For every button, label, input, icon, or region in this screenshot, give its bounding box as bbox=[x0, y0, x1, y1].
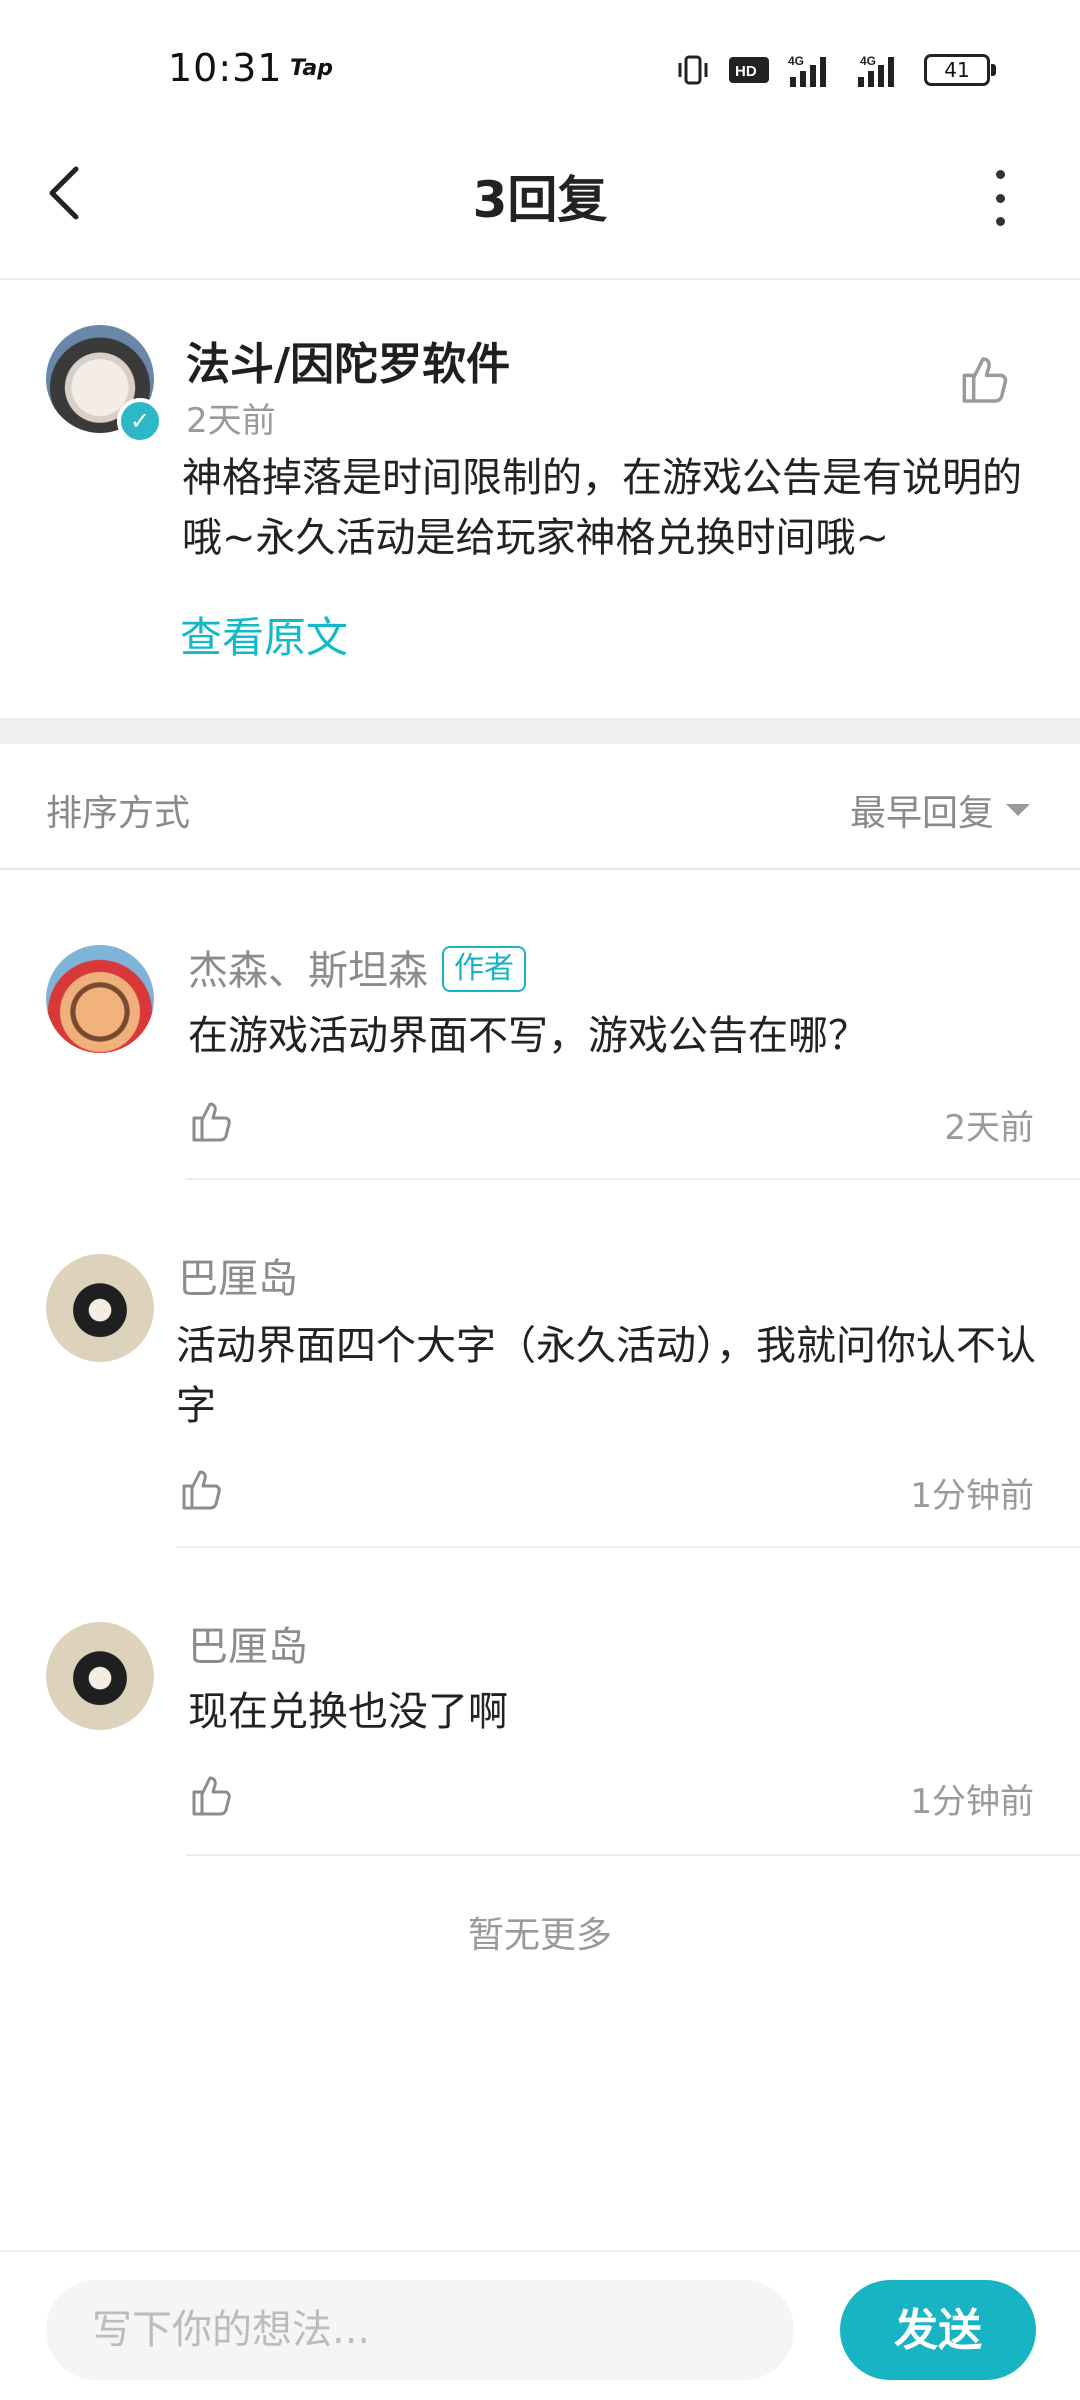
svg-text:4G: 4G bbox=[860, 54, 876, 68]
reply-divider bbox=[176, 1546, 1080, 1548]
author-tag-badge: 作者 bbox=[442, 946, 526, 992]
view-original-link[interactable]: 查看原文 bbox=[180, 604, 348, 665]
vibrate-icon bbox=[678, 55, 708, 85]
hd-icon: HD bbox=[729, 57, 769, 83]
post-time: 2天前 bbox=[186, 401, 276, 441]
status-time: 10:31 bbox=[168, 46, 283, 90]
composer-divider bbox=[0, 2250, 1080, 2252]
more-dot bbox=[995, 193, 1005, 203]
thumbs-up-icon[interactable] bbox=[186, 1772, 234, 1820]
reply-divider bbox=[186, 1178, 1080, 1180]
svg-text:HD: HD bbox=[735, 63, 757, 80]
reply-avatar[interactable] bbox=[46, 945, 154, 1053]
post-content: 神格掉落是时间限制的，在游戏公告是有说明的哦~永久活动是给玩家神格兑换时间哦~ bbox=[182, 455, 1022, 561]
no-more-label: 暂无更多 bbox=[467, 1915, 612, 1956]
reply-author-name: 巴厘岛 bbox=[188, 1624, 308, 1670]
sort-divider bbox=[0, 868, 1080, 870]
reply-avatar[interactable] bbox=[46, 1622, 154, 1730]
more-dot bbox=[995, 170, 1005, 179]
svg-text:4G: 4G bbox=[788, 54, 804, 68]
reply-author-name: 巴厘岛 bbox=[178, 1256, 298, 1302]
comment-input[interactable] bbox=[46, 2280, 794, 2380]
reply-author[interactable]: 巴厘岛 bbox=[178, 1246, 298, 1304]
reply-divider bbox=[186, 1854, 1080, 1856]
reply-time: 1分钟前 bbox=[910, 1782, 1034, 1822]
send-button[interactable]: 发送 bbox=[840, 2280, 1036, 2380]
thumbs-up-icon[interactable] bbox=[176, 1466, 224, 1514]
reply-author-name: 杰森、斯坦森 bbox=[188, 948, 428, 994]
sort-value: 最早回复 bbox=[850, 793, 995, 834]
reply-content: 现在兑换也没了啊 bbox=[188, 1689, 508, 1735]
reply-content: 活动界面四个大字（永久活动），我就问你认不认字 bbox=[176, 1323, 1036, 1429]
app-badge: Tap bbox=[290, 56, 333, 81]
header-divider bbox=[0, 278, 1080, 280]
page-title: 3回复 bbox=[472, 171, 608, 229]
verified-badge-icon: ✓ bbox=[117, 398, 163, 444]
status-icons: HD 4G 4G 41 bbox=[676, 52, 996, 88]
signal-4g-icon-2: 4G bbox=[858, 54, 894, 87]
section-divider bbox=[0, 718, 1080, 744]
signal-4g-icon: 4G bbox=[788, 54, 826, 87]
caret-down-icon bbox=[1006, 804, 1031, 816]
reply-content: 在游戏活动界面不写，游戏公告在哪？ bbox=[188, 1013, 868, 1059]
post-author-name[interactable]: 法斗/因陀罗软件 bbox=[186, 328, 510, 392]
more-button[interactable] bbox=[978, 170, 1022, 226]
reply-author[interactable]: 巴厘岛 bbox=[188, 1614, 308, 1672]
more-dot bbox=[995, 217, 1005, 226]
reply-time: 1分钟前 bbox=[910, 1476, 1034, 1516]
reply-avatar[interactable] bbox=[46, 1254, 154, 1362]
thumbs-up-icon[interactable] bbox=[955, 352, 1011, 408]
battery-icon: 41 bbox=[924, 54, 996, 86]
reply-time: 2天前 bbox=[944, 1108, 1034, 1148]
thumbs-up-icon[interactable] bbox=[186, 1098, 234, 1146]
sort-label: 排序方式 bbox=[46, 793, 191, 834]
reply-author[interactable]: 杰森、斯坦森 作者 bbox=[188, 938, 526, 996]
sort-dropdown[interactable]: 最早回复 bbox=[850, 784, 1031, 836]
